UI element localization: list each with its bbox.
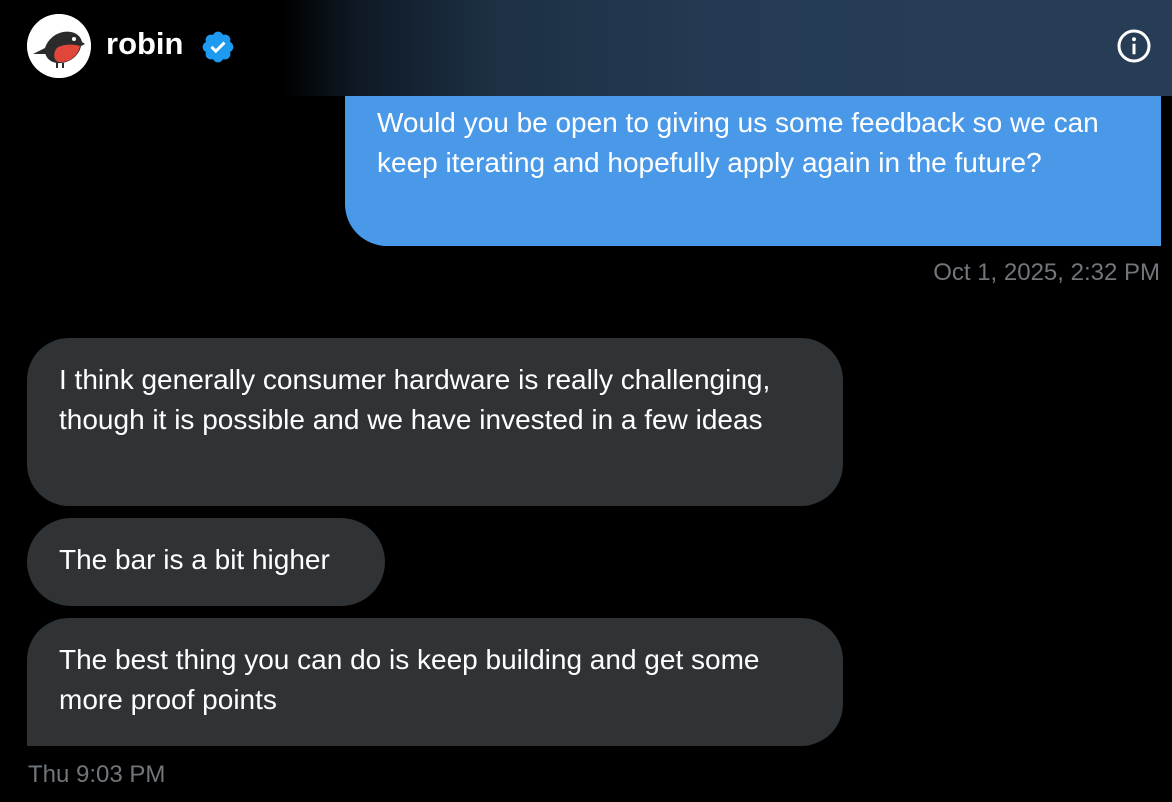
verified-badge-icon [202, 31, 234, 63]
info-icon[interactable] [1116, 28, 1152, 64]
avatar[interactable] [27, 14, 91, 78]
conversation-thread: Would you be open to giving us some feed… [0, 0, 1172, 802]
incoming-message-bubble[interactable]: The bar is a bit higher [27, 518, 385, 606]
robin-bird-icon [27, 14, 91, 78]
message-timestamp: Oct 1, 2025, 2:32 PM [933, 259, 1160, 286]
message-text: I think generally consumer hardware is r… [59, 364, 771, 435]
message-text: The best thing you can do is keep buildi… [59, 644, 760, 715]
incoming-message-bubble[interactable]: I think generally consumer hardware is r… [27, 338, 843, 506]
display-name[interactable]: robin [106, 26, 184, 62]
message-text: Would you be open to giving us some feed… [377, 107, 1099, 178]
incoming-message-bubble[interactable]: The best thing you can do is keep buildi… [27, 618, 843, 746]
message-text: The bar is a bit higher [59, 544, 330, 575]
message-timestamp: Thu 9:03 PM [28, 761, 166, 788]
conversation-header: robin [0, 0, 1172, 96]
